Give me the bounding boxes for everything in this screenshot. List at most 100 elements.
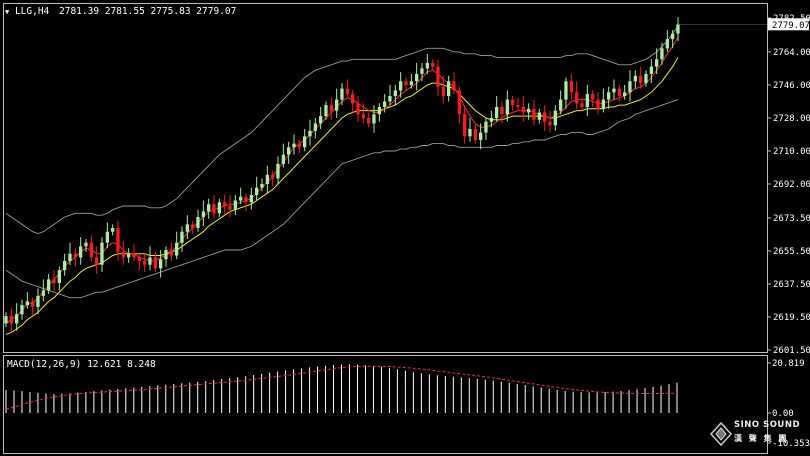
bull-candle [260, 184, 264, 188]
bear-candle [452, 81, 456, 91]
bear-candle [132, 253, 136, 258]
bull-candle [239, 196, 243, 201]
bear-candle [52, 279, 56, 284]
price-tick-label: 2601.50 [773, 346, 810, 356]
bull-candle [41, 290, 45, 296]
bull-candle [324, 105, 328, 117]
chart-menu-icon[interactable]: ▼ [5, 8, 9, 16]
bull-candle [180, 231, 184, 243]
price-tick-label: 2619.50 [773, 313, 810, 323]
bull-candle [649, 66, 653, 74]
bear-candle [639, 75, 643, 84]
macd-label: MACD(12,26,9) 12.621 8.248 [7, 359, 156, 370]
fast-ma-line [5, 37, 679, 324]
bull-candle [655, 59, 659, 67]
bear-candle [473, 129, 477, 140]
bull-candle [505, 99, 509, 115]
price-tick-label: 2746.00 [773, 81, 810, 91]
logo-text-cn: 漢 聲 集 團 [734, 434, 789, 443]
bull-candle [393, 90, 397, 96]
bear-candle [153, 257, 157, 269]
bull-candle [127, 253, 131, 258]
price-tick-label: 2692.00 [773, 180, 810, 190]
bear-candle [329, 105, 333, 111]
bear-candle [9, 316, 13, 324]
bull-candle [111, 228, 115, 232]
price-axis: 2782.502764.002746.002728.002710.002692.… [678, 14, 810, 356]
bull-candle [559, 99, 563, 111]
bull-candle [265, 174, 269, 184]
bull-candle [233, 200, 237, 210]
bull-candle [660, 48, 664, 60]
macd-header: MACD(12,26,9) 12.621 8.248 [7, 359, 156, 370]
bull-candle [281, 154, 285, 164]
bull-candle [537, 112, 541, 120]
bull-candle [20, 305, 24, 315]
bear-candle [548, 121, 552, 126]
bull-candle [292, 143, 296, 148]
bear-candle [617, 88, 621, 96]
bull-candle [527, 108, 531, 113]
bull-candle [665, 39, 669, 49]
bull-candle [585, 94, 589, 107]
macd-plot-area [5, 364, 678, 413]
bear-candle [463, 114, 467, 137]
bear-candle [543, 112, 547, 122]
bull-candle [489, 118, 493, 122]
bull-candle [377, 107, 381, 115]
bear-candle [212, 204, 216, 214]
bear-candle [569, 81, 573, 93]
bull-candle [308, 130, 312, 137]
bull-candle [383, 101, 387, 107]
bear-candle [116, 228, 120, 252]
bull-candle [628, 81, 632, 93]
bull-candle [196, 217, 200, 228]
bear-candle [351, 94, 355, 104]
bear-candle [500, 107, 504, 115]
bull-candle [676, 24, 680, 34]
bear-candle [121, 251, 125, 258]
bull-candle [4, 316, 8, 324]
price-tick-label: 2710.00 [773, 147, 810, 157]
bull-candle [612, 88, 616, 93]
bear-candle [580, 103, 584, 107]
price-tick-label: 2673.50 [773, 214, 810, 224]
bull-candle [287, 147, 291, 155]
bull-candle [36, 295, 40, 307]
bear-candle [223, 202, 227, 206]
bear-candle [596, 99, 600, 109]
bear-candle [532, 108, 536, 120]
bear-candle [31, 301, 35, 307]
bull-candle [495, 107, 499, 118]
symbol-label: LLG,H4 [14, 6, 50, 17]
price-tick-label: 2655.50 [773, 247, 810, 257]
bull-candle [185, 224, 189, 232]
bear-candle [271, 174, 275, 179]
bear-candle [169, 250, 173, 256]
bear-candle [361, 114, 365, 118]
bollinger-upper-line [5, 26, 679, 234]
bull-candle [148, 257, 152, 265]
bear-candle [404, 81, 408, 85]
bull-candle [313, 123, 317, 131]
bull-candle [175, 242, 179, 256]
bear-candle [441, 86, 445, 96]
bull-candle [607, 92, 611, 100]
bull-candle [633, 75, 637, 82]
bull-candle [68, 253, 72, 261]
bear-candle [143, 261, 147, 265]
ohlc-values: 2781.39 2781.55 2775.83 2779.07 [59, 6, 237, 17]
bear-candle [511, 99, 515, 106]
bull-candle [340, 88, 344, 100]
bear-candle [345, 88, 349, 95]
bull-candle [671, 33, 675, 40]
bull-candle [415, 73, 419, 82]
bear-candle [591, 94, 595, 100]
bull-candle [601, 99, 605, 109]
bull-candle [479, 132, 483, 140]
bull-candle [25, 301, 29, 306]
logo-text-en: SINO SOUND [734, 420, 801, 430]
chart-canvas: 2782.502764.002746.002728.002710.002692.… [3, 3, 810, 454]
trading-chart-window: 2782.502764.002746.002728.002710.002692.… [0, 0, 810, 456]
bear-candle [95, 257, 99, 265]
